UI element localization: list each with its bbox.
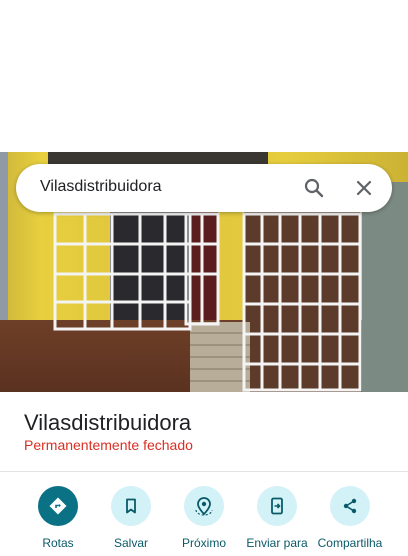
share-icon[interactable] — [330, 486, 370, 526]
place-status: Permanentemente fechado — [24, 437, 193, 453]
send-to-phone-label: Enviar para — [246, 536, 308, 550]
send-to-phone-button[interactable]: Enviar para — [238, 486, 316, 556]
nearby-icon[interactable] — [184, 486, 224, 526]
search-input[interactable]: Vilasdistribuidora — [40, 178, 162, 196]
share-label: Compartilha — [317, 536, 383, 550]
search-icon[interactable] — [302, 176, 326, 200]
divider — [0, 471, 408, 472]
nearby-label: Próximo — [181, 536, 226, 550]
place-title: Vilasdistribuidora — [24, 410, 192, 435]
blank-header-area — [0, 0, 408, 152]
nearby-button[interactable]: Próximo — [165, 486, 243, 556]
directions-icon[interactable] — [38, 486, 78, 526]
share-button[interactable]: Compartilha — [311, 486, 389, 556]
send-to-phone-icon[interactable] — [257, 486, 297, 526]
bookmark-icon[interactable] — [111, 486, 151, 526]
save-button[interactable]: Salvar — [92, 486, 170, 556]
close-icon[interactable] — [352, 176, 376, 200]
save-label: Salvar — [113, 536, 148, 550]
search-bar[interactable]: Vilasdistribuidora — [16, 164, 392, 212]
directions-label: Rotas — [42, 536, 74, 550]
directions-button[interactable]: Rotas — [19, 486, 97, 556]
